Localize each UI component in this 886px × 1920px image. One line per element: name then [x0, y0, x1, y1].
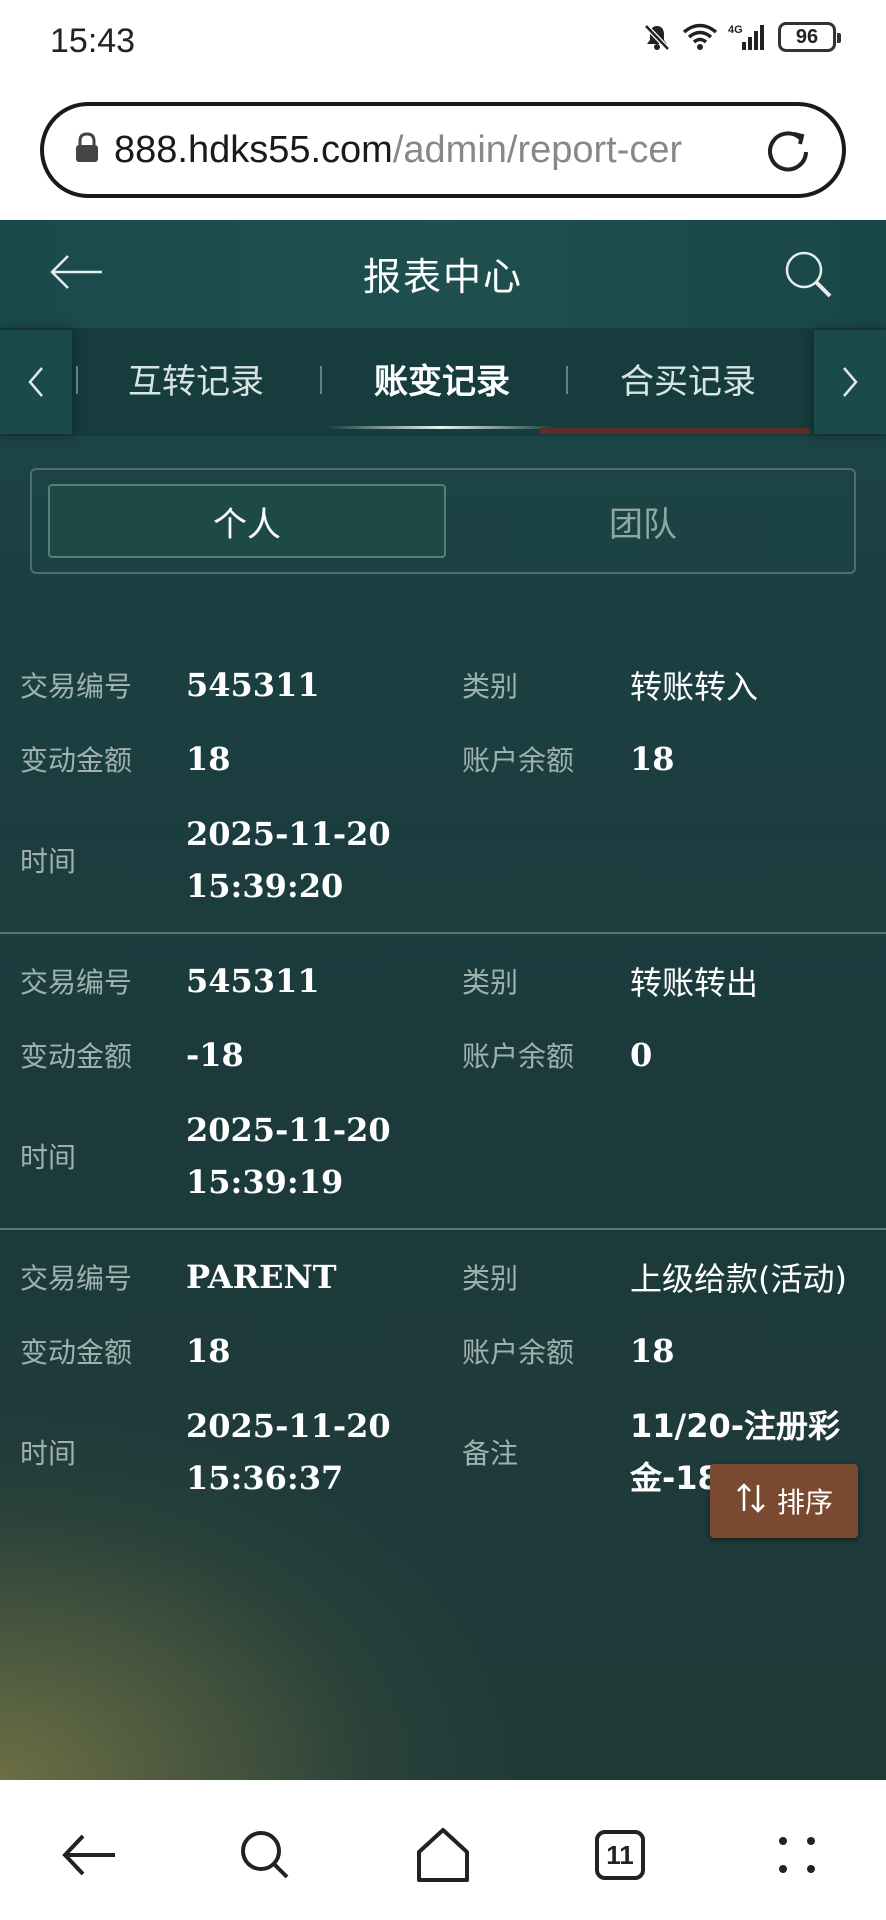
- browser-nav-bar: 11: [0, 1780, 886, 1920]
- battery-level: 96: [795, 25, 819, 48]
- segment-team[interactable]: 团队: [444, 484, 842, 558]
- time-label: 时间: [20, 1437, 77, 1470]
- balance-value: 0: [630, 1036, 653, 1074]
- category-value: 转账转入: [630, 668, 759, 706]
- amount-value: 18: [186, 740, 231, 778]
- tab-scroll-indicator: [540, 428, 810, 434]
- time-label: 时间: [20, 845, 77, 878]
- status-bar: 15:43 4G 96: [0, 0, 886, 84]
- amount-label: 变动金额: [20, 744, 133, 777]
- tab-transfer-records[interactable]: 互转记录: [86, 354, 306, 403]
- tab-divider: [76, 366, 78, 394]
- tx-id-value: PARENT: [186, 1258, 337, 1296]
- balance-label: 账户余额: [462, 1040, 575, 1073]
- nav-tabs-icon[interactable]: 11: [585, 1820, 655, 1890]
- note-label: 备注: [462, 1437, 519, 1470]
- sort-button[interactable]: 排序: [710, 1464, 858, 1538]
- tx-id-value: 545311: [186, 962, 320, 1000]
- nav-home-icon[interactable]: [408, 1820, 478, 1890]
- url-text[interactable]: 888.hdks55.com/admin/report-cer: [114, 129, 714, 172]
- balance-label: 账户余额: [462, 1336, 575, 1369]
- record-row: 交易编号 545311 类别 转账转出: [0, 944, 886, 1018]
- tx-id-label: 交易编号: [20, 1262, 133, 1295]
- nav-back-icon[interactable]: [54, 1820, 124, 1890]
- url-path: /admin/report-cer: [392, 128, 683, 171]
- record-row: 交易编号 545311 类别 转账转入: [0, 648, 886, 722]
- url-host: 888.hdks55.com: [114, 128, 393, 171]
- category-value: 上级给款(活动): [630, 1260, 847, 1298]
- address-bar[interactable]: 888.hdks55.com/admin/report-cer: [40, 102, 846, 198]
- time-value: 2025-11-20 15:36:37: [186, 1407, 391, 1497]
- sort-button-label: 排序: [776, 1486, 833, 1519]
- balance-value: 18: [630, 1332, 675, 1370]
- amount-value: -18: [186, 1036, 244, 1074]
- tab-scroll-left-button[interactable]: [0, 330, 72, 434]
- amount-value: 18: [186, 1332, 231, 1370]
- tab-account-change-records[interactable]: 账变记录: [332, 354, 552, 403]
- balance-value: 18: [630, 740, 675, 778]
- category-label: 类别: [462, 1262, 519, 1295]
- tab-scroll-right-button[interactable]: [814, 330, 886, 434]
- active-tab-underline: [326, 426, 556, 429]
- status-icons: 4G 96: [642, 22, 841, 52]
- chevron-left-icon: [28, 367, 43, 397]
- tx-id-label: 交易编号: [20, 670, 133, 703]
- chevron-right-icon: [843, 367, 858, 397]
- mute-icon: [642, 22, 672, 52]
- record-row: 时间 2025-11-20 15:39:19: [0, 1092, 886, 1220]
- category-label: 类别: [462, 670, 519, 703]
- record-row: 变动金额 -18 账户余额 0: [0, 1018, 886, 1092]
- wifi-icon: [682, 22, 718, 52]
- record-card: 交易编号 545311 类别 转账转入 变动金额 18 账户余额 18 时间 2…: [0, 626, 886, 934]
- tab-count: 11: [595, 1830, 645, 1880]
- tx-id-value: 545311: [186, 666, 320, 704]
- page-header: 报表中心: [0, 220, 886, 328]
- report-center-page: 报表中心 互转记录 账变记录 合买记录 个人 团队 交易编号 545311 类别: [0, 220, 886, 1780]
- tab-divider: [566, 366, 568, 394]
- browser-toolbar: 888.hdks55.com/admin/report-cer: [0, 84, 886, 220]
- tab-group-buy-records[interactable]: 合买记录: [578, 354, 798, 403]
- record-row: 变动金额 18 账户余额 18: [0, 722, 886, 796]
- record-row: 交易编号 PARENT 类别 上级给款(活动): [0, 1240, 886, 1314]
- signal-icon: 4G: [728, 22, 768, 52]
- network-type-label: 4G: [728, 24, 743, 36]
- reload-icon[interactable]: [760, 124, 816, 184]
- balance-label: 账户余额: [462, 744, 575, 777]
- time-value: 2025-11-20 15:39:20: [186, 815, 391, 905]
- search-icon[interactable]: [782, 248, 834, 304]
- battery-icon: 96: [778, 22, 841, 52]
- records-list: 交易编号 545311 类别 转账转入 变动金额 18 账户余额 18 时间 2…: [0, 626, 886, 1524]
- category-value: 转账转出: [630, 964, 759, 1002]
- tab-bar: 互转记录 账变记录 合买记录: [0, 328, 886, 436]
- record-row: 变动金额 18 账户余额 18: [0, 1314, 886, 1388]
- record-row: 时间 2025-11-20 15:39:20: [0, 796, 886, 924]
- amount-label: 变动金额: [20, 1336, 133, 1369]
- record-card: 交易编号 545311 类别 转账转出 变动金额 -18 账户余额 0 时间 2…: [0, 934, 886, 1230]
- tx-id-label: 交易编号: [20, 966, 133, 999]
- category-label: 类别: [462, 966, 519, 999]
- amount-label: 变动金额: [20, 1040, 133, 1073]
- sort-arrows-icon: [735, 1481, 767, 1522]
- page-title: 报表中心: [362, 255, 523, 299]
- nav-search-icon[interactable]: [230, 1820, 300, 1890]
- tab-divider: [320, 366, 322, 394]
- lock-icon: [74, 132, 100, 168]
- segment-personal[interactable]: 个人: [48, 484, 446, 558]
- status-time: 15:43: [50, 22, 136, 60]
- nav-menu-icon[interactable]: [762, 1820, 832, 1890]
- time-value: 2025-11-20 15:39:19: [186, 1111, 391, 1201]
- scope-segmented-control: 个人 团队: [30, 468, 856, 574]
- time-label: 时间: [20, 1141, 77, 1174]
